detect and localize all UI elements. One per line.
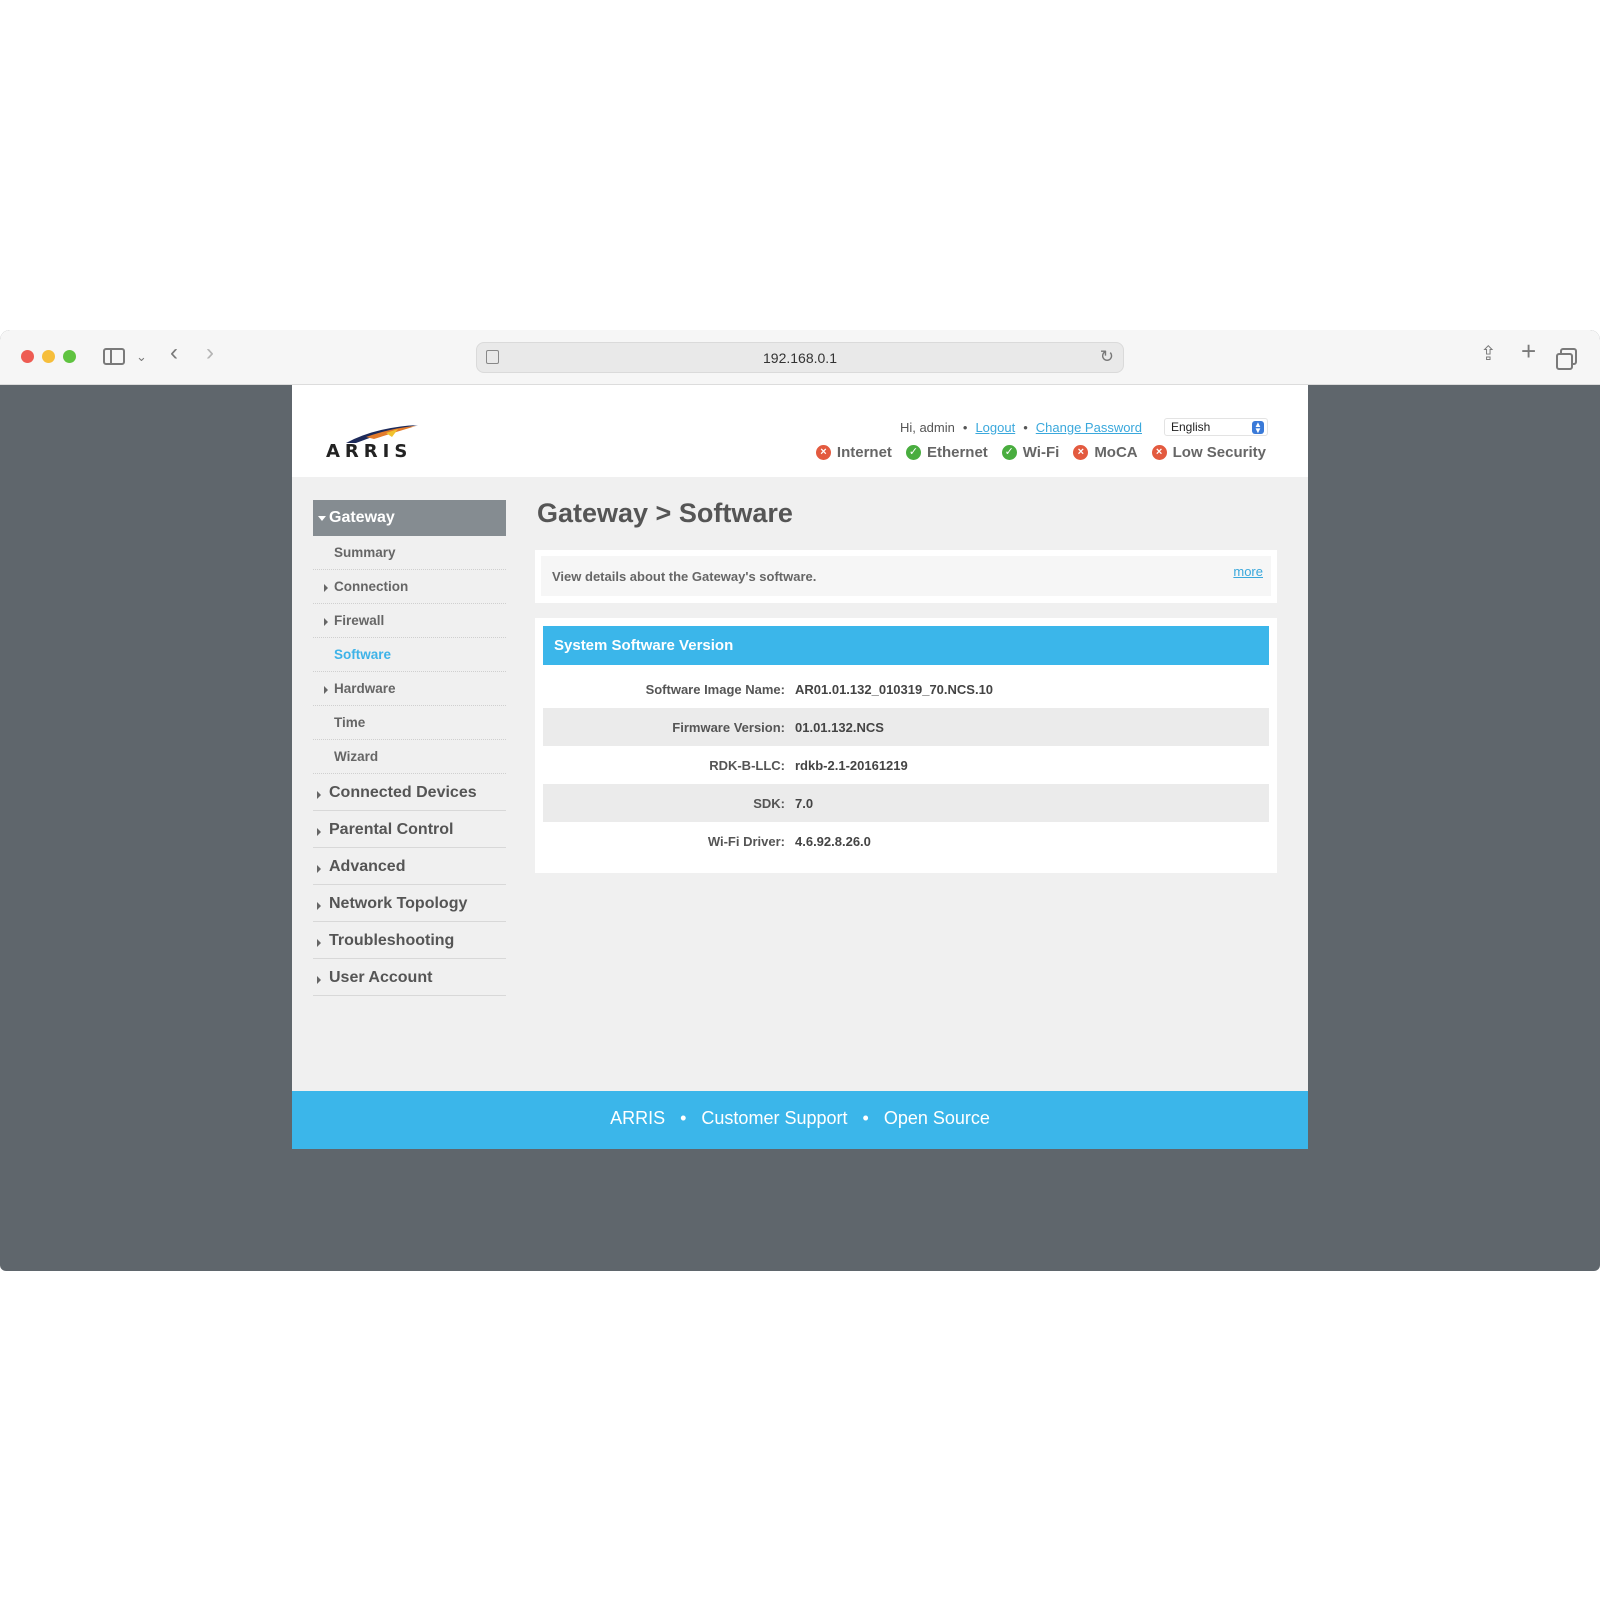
status-label: Wi-Fi: [1022, 444, 1060, 461]
nav-network-topology[interactable]: Network Topology: [313, 885, 506, 922]
status-label: Low Security: [1172, 444, 1266, 461]
router-page: ARRIS Hi, admin • Logout • Change Passwo…: [292, 385, 1308, 1149]
separator-dot: •: [962, 419, 968, 435]
error-icon: ×: [815, 445, 831, 460]
nav-summary[interactable]: Summary: [313, 536, 506, 570]
nav-user-account[interactable]: User Account: [313, 959, 506, 996]
footer-separator: •: [862, 1108, 869, 1128]
footer-link-support[interactable]: Customer Support: [701, 1108, 847, 1128]
description-box: View details about the Gateway's softwar…: [535, 550, 1277, 603]
status-label: Ethernet: [926, 444, 988, 461]
zoom-window-button[interactable]: [63, 350, 76, 363]
new-tab-icon[interactable]: +: [1521, 338, 1536, 364]
nav-wizard[interactable]: Wizard: [313, 740, 506, 774]
page-footer: ARRIS • Customer Support • Open Source: [292, 1091, 1308, 1149]
row-value: rdkb-2.1-20161219: [795, 758, 908, 773]
row-label: Wi-Fi Driver:: [707, 834, 785, 849]
logo-text: ARRIS: [326, 441, 413, 462]
nav-troubleshooting[interactable]: Troubleshooting: [313, 922, 506, 959]
info-row-rdkb: RDK-B-LLC: rdkb-2.1-20161219: [543, 746, 1269, 784]
row-label: SDK:: [753, 796, 785, 811]
page-header: ARRIS Hi, admin • Logout • Change Passwo…: [292, 385, 1308, 477]
tab-overview-icon[interactable]: [1556, 348, 1577, 370]
error-icon: ×: [1151, 445, 1167, 460]
description-inner: View details about the Gateway's softwar…: [541, 556, 1271, 596]
nav-connected-devices[interactable]: Connected Devices: [313, 774, 506, 811]
row-value: 4.6.92.8.26.0: [795, 834, 871, 849]
select-arrows-icon: ▲ ▼: [1252, 421, 1264, 435]
share-icon[interactable]: ⇪: [1480, 343, 1497, 365]
row-value: 7.0: [795, 796, 814, 811]
check-icon: ✓: [905, 445, 921, 460]
nav-software[interactable]: Software: [313, 638, 506, 672]
row-label: Software Image Name:: [645, 682, 785, 697]
forward-arrow-icon[interactable]: ›: [206, 341, 214, 365]
separator-dot: •: [1023, 419, 1028, 435]
nav-firewall[interactable]: Firewall: [313, 604, 506, 638]
footer-link-arris[interactable]: ARRIS: [610, 1108, 665, 1128]
user-line: Hi, admin • Logout • Change Password Eng…: [900, 418, 1268, 436]
reload-icon[interactable]: ↻: [1100, 347, 1114, 367]
info-row-image-name: Software Image Name: AR01.01.132_010319_…: [543, 670, 1269, 708]
footer-separator: •: [680, 1108, 687, 1128]
row-label: Firmware Version:: [672, 720, 785, 735]
nav-hardware[interactable]: Hardware: [313, 672, 506, 706]
nav-connection[interactable]: Connection: [313, 570, 506, 604]
chevron-down-icon[interactable]: ⌄: [136, 346, 147, 368]
arris-logo[interactable]: ARRIS: [326, 423, 426, 463]
more-link[interactable]: more: [1233, 564, 1263, 579]
nav-parental-control[interactable]: Parental Control: [313, 811, 506, 848]
url-text[interactable]: 192.168.0.1: [477, 350, 1123, 366]
sidebar-toggle-icon[interactable]: [103, 348, 125, 365]
address-bar[interactable]: 192.168.0.1 ↻: [476, 342, 1124, 373]
close-window-button[interactable]: [21, 350, 34, 363]
logout-link[interactable]: Logout: [975, 420, 1015, 435]
browser-window: ⌄ ‹ › 192.168.0.1 ↻ ⇪ + ARRIS Hi, admin …: [0, 330, 1600, 1271]
change-password-link[interactable]: Change Password: [1036, 420, 1142, 435]
language-select[interactable]: English ▲ ▼: [1164, 418, 1268, 436]
info-row-sdk: SDK: 7.0: [543, 784, 1269, 822]
error-icon: ×: [1073, 445, 1089, 460]
description-text: View details about the Gateway's softwar…: [552, 569, 817, 584]
status-label: Internet: [836, 444, 892, 461]
row-label: RDK-B-LLC:: [709, 758, 785, 773]
nav-time[interactable]: Time: [313, 706, 506, 740]
minimize-window-button[interactable]: [42, 350, 55, 363]
browser-toolbar: ⌄ ‹ › 192.168.0.1 ↻ ⇪ +: [0, 330, 1600, 385]
page-title: Gateway > Software: [537, 498, 793, 528]
side-nav: Gateway Summary Connection Firewall Soft…: [313, 500, 506, 996]
software-version-panel: System Software Version Software Image N…: [535, 618, 1277, 873]
status-internet: × Internet: [815, 444, 892, 461]
greeting: Hi, admin: [899, 419, 955, 435]
status-security: × Low Security: [1151, 444, 1266, 461]
nav-gateway[interactable]: Gateway: [313, 500, 506, 536]
info-row-wifi-driver: Wi-Fi Driver: 4.6.92.8.26.0: [543, 822, 1269, 860]
row-value: AR01.01.132_010319_70.NCS.10: [795, 682, 994, 697]
section-header: System Software Version: [543, 626, 1269, 665]
status-label: MoCA: [1094, 444, 1138, 461]
language-value: English: [1171, 420, 1211, 434]
nav-advanced[interactable]: Advanced: [313, 848, 506, 885]
status-moca: × MoCA: [1073, 444, 1138, 461]
status-ethernet: ✓ Ethernet: [905, 444, 988, 461]
status-bar: × Internet ✓ Ethernet ✓ Wi-Fi × MoCA × L…: [815, 444, 1266, 461]
row-value: 01.01.132.NCS: [795, 720, 884, 735]
info-row-firmware: Firmware Version: 01.01.132.NCS: [543, 708, 1269, 746]
status-wifi: ✓ Wi-Fi: [1001, 444, 1060, 461]
back-arrow-icon[interactable]: ‹: [170, 341, 178, 365]
footer-link-open-source[interactable]: Open Source: [884, 1108, 990, 1128]
check-icon: ✓: [1001, 445, 1017, 460]
